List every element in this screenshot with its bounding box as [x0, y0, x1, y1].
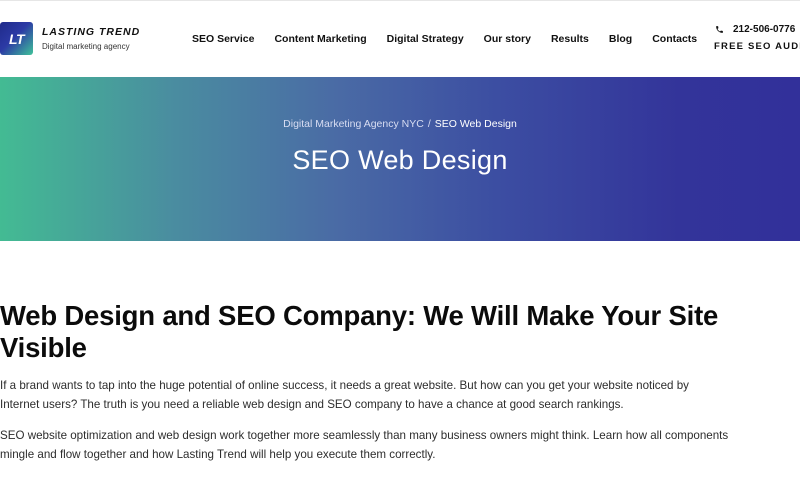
intro-paragraph-line1: If a brand wants to tap into the huge po…	[0, 379, 689, 392]
header-contact: 212-506-0776 FREE SEO AUDIT	[714, 24, 800, 52]
hero-banner: Digital Marketing Agency NYC / SEO Web Des…	[0, 77, 800, 241]
second-paragraph-line2: mingle and flow together and how Lasting…	[0, 448, 436, 461]
phone-link[interactable]: 212-506-0776	[714, 24, 800, 35]
nav-item-results[interactable]: Results	[551, 33, 589, 45]
nav-item-our-story[interactable]: Our story	[484, 33, 531, 45]
page-title: SEO Web Design	[292, 145, 508, 175]
free-seo-audit-link[interactable]: FREE SEO AUDIT	[714, 41, 800, 52]
intro-paragraph-line2: Internet users? The truth is you need a …	[0, 398, 624, 411]
breadcrumb-separator: /	[427, 118, 431, 130]
nav-item-digital-strategy[interactable]: Digital Strategy	[387, 33, 464, 45]
breadcrumb: Digital Marketing Agency NYC / SEO Web Des…	[0, 118, 800, 130]
breadcrumb-current: SEO Web Design	[434, 118, 517, 130]
logo-tagline: Digital marketing agency	[42, 42, 130, 51]
phone-number: 212-506-0776	[733, 24, 796, 35]
logo-text: LASTING TREND Digital marketing agency	[42, 26, 140, 51]
section-heading-line1: Web Design and SEO Company: We Will Make…	[0, 300, 719, 331]
nav-item-contacts[interactable]: Contacts	[652, 33, 697, 45]
phone-icon	[716, 26, 723, 33]
section-heading: Web Design and SEO Company: We Will Make…	[0, 300, 800, 364]
logo-name: LASTING TREND	[42, 26, 141, 38]
second-paragraph-line1: SEO website optimization and web design …	[0, 429, 729, 442]
logo[interactable]: LT LASTING TREND Digital marketing agenc…	[0, 22, 140, 55]
section-heading-line2: Visible	[0, 332, 87, 363]
main-nav: SEO Service Content Marketing Digital St…	[192, 33, 697, 45]
site-header: LT LASTING TREND Digital marketing agenc…	[0, 0, 800, 77]
nav-item-blog[interactable]: Blog	[609, 33, 632, 45]
main-content: Web Design and SEO Company: We Will Make…	[0, 300, 800, 464]
nav-item-content-marketing[interactable]: Content Marketing	[274, 33, 366, 45]
nav-item-seo-service[interactable]: SEO Service	[192, 33, 254, 45]
breadcrumb-parent-link[interactable]: Digital Marketing Agency NYC	[283, 118, 424, 130]
logo-mark: LT	[0, 22, 33, 55]
